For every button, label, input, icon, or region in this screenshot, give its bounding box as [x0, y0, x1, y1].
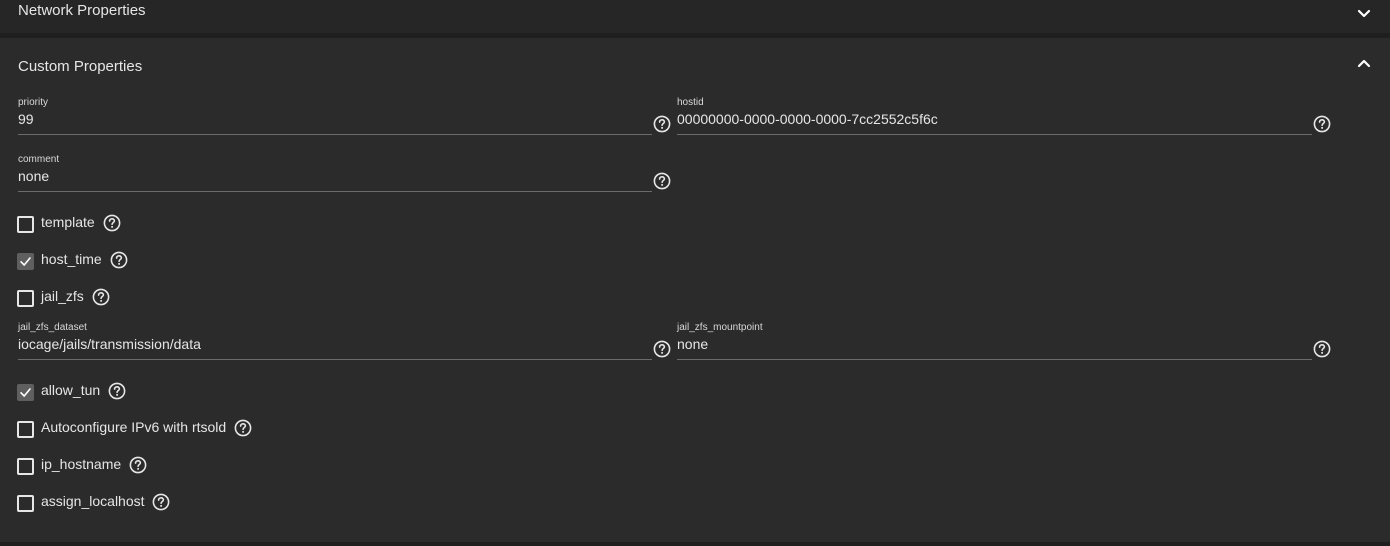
section-bottom-divider [0, 542, 1390, 546]
jail-zfs-mountpoint-field[interactable]: jail_zfs_mountpoint none [677, 322, 1313, 362]
comment-field[interactable]: comment none [18, 154, 653, 194]
autoconfigure-ipv6-label: Autoconfigure IPv6 with rtsold [41, 419, 227, 435]
host-time-checkbox-label-wrap: host_time [41, 251, 128, 269]
ip-hostname-label: ip_hostname [41, 456, 122, 472]
custom-properties-title: Custom Properties [18, 58, 143, 75]
jail-zfs-help-icon[interactable] [92, 288, 110, 306]
host-time-checkbox[interactable] [17, 253, 34, 270]
template-help-icon[interactable] [103, 214, 121, 232]
assign-localhost-checkbox[interactable] [17, 495, 34, 512]
jail-zfs-dataset-label: jail_zfs_dataset [18, 322, 87, 333]
jail-zfs-dataset-field[interactable]: jail_zfs_dataset iocage/jails/transmissi… [18, 322, 653, 362]
custom-properties-section: Custom Properties priority 99 hostid 000… [0, 38, 1390, 546]
jail-zfs-dataset-input[interactable]: iocage/jails/transmission/data [18, 336, 201, 352]
jail-zfs-label: jail_zfs [41, 288, 84, 304]
checkmark-icon [20, 388, 31, 397]
priority-underline [18, 134, 652, 135]
jail-zfs-mountpoint-underline [677, 359, 1312, 360]
ip-hostname-help-icon[interactable] [129, 456, 147, 474]
chevron-down-icon[interactable] [1356, 5, 1372, 21]
jail-zfs-dataset-help-icon[interactable] [653, 340, 671, 358]
host-time-label: host_time [41, 251, 102, 267]
jail-zfs-checkbox-label-wrap: jail_zfs [41, 288, 110, 306]
hostid-field[interactable]: hostid 00000000-0000-0000-0000-7cc2552c5… [677, 97, 1313, 137]
ip-hostname-checkbox-label-wrap: ip_hostname [41, 456, 147, 474]
template-checkbox[interactable] [17, 216, 34, 233]
assign-localhost-checkbox-label-wrap: assign_localhost [41, 493, 170, 511]
template-checkbox-label-wrap: template [41, 214, 121, 232]
jail-zfs-mountpoint-label: jail_zfs_mountpoint [677, 322, 763, 333]
autoconfigure-ipv6-checkbox-label-wrap: Autoconfigure IPv6 with rtsold [41, 419, 252, 437]
hostid-help-icon[interactable] [1313, 115, 1331, 133]
jail-zfs-mountpoint-input[interactable]: none [677, 336, 708, 352]
checkmark-icon [20, 257, 31, 266]
network-properties-header[interactable]: Network Properties [0, 0, 1390, 33]
allow-tun-checkbox[interactable] [17, 384, 34, 401]
priority-input[interactable]: 99 [18, 111, 34, 127]
jail-zfs-checkbox[interactable] [17, 290, 34, 307]
comment-label: comment [18, 154, 60, 165]
allow-tun-help-icon[interactable] [108, 382, 126, 400]
priority-field[interactable]: priority 99 [18, 97, 653, 137]
jail-zfs-dataset-underline [18, 359, 652, 360]
hostid-input[interactable]: 00000000-0000-0000-0000-7cc2552c5f6c [677, 111, 938, 127]
template-label: template [41, 214, 95, 230]
hostid-underline [677, 134, 1312, 135]
comment-help-icon[interactable] [653, 172, 671, 190]
host-time-help-icon[interactable] [110, 251, 128, 269]
priority-label: priority [18, 97, 49, 108]
jail-edit-form: Network Properties Custom Properties pri… [0, 0, 1390, 546]
assign-localhost-help-icon[interactable] [152, 493, 170, 511]
comment-underline [18, 191, 652, 192]
autoconfigure-ipv6-help-icon[interactable] [234, 419, 252, 437]
network-properties-title: Network Properties [18, 2, 146, 19]
chevron-up-icon[interactable] [1356, 56, 1372, 72]
priority-help-icon[interactable] [653, 115, 671, 133]
ip-hostname-checkbox[interactable] [17, 458, 34, 475]
jail-zfs-mountpoint-help-icon[interactable] [1313, 340, 1331, 358]
allow-tun-checkbox-label-wrap: allow_tun [41, 382, 126, 400]
allow-tun-label: allow_tun [41, 382, 101, 398]
autoconfigure-ipv6-checkbox[interactable] [17, 421, 34, 438]
assign-localhost-label: assign_localhost [41, 493, 145, 509]
hostid-label: hostid [677, 97, 704, 108]
comment-input[interactable]: none [18, 168, 49, 184]
